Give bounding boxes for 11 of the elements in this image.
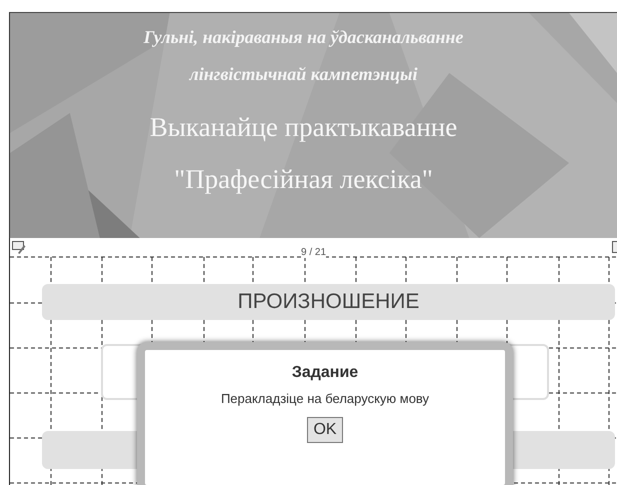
ok-button[interactable]: OK bbox=[307, 417, 343, 443]
dialog-message: Перакладзіце на беларускую мову bbox=[220, 391, 430, 406]
banner-title: "Прафесійная лексіка" bbox=[173, 163, 434, 196]
banner-title: Выканайце практыкаванне bbox=[150, 111, 458, 144]
page-counter: 9 / 21 bbox=[300, 247, 326, 258]
edit-icon[interactable] bbox=[12, 241, 26, 254]
banner-subtitle: Гульні, накіраваныя на ўдасканальванне bbox=[144, 26, 464, 49]
dialog-title: Задание bbox=[292, 364, 358, 382]
banner-subtitle: лінгвістычнай кампетэнцыі bbox=[189, 63, 418, 86]
exit-icon[interactable] bbox=[612, 241, 617, 253]
heading: ПРОИЗНОШЕНИЕ bbox=[42, 284, 615, 320]
